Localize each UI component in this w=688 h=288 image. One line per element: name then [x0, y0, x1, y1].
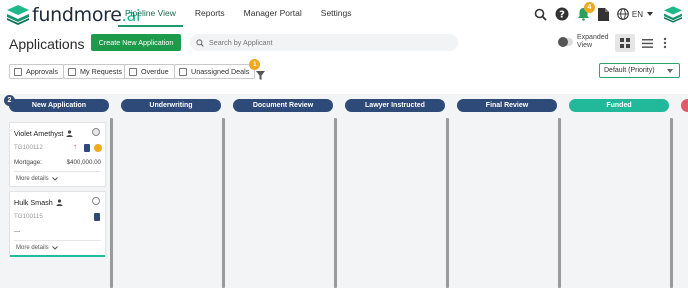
mortgage-value: --- — [14, 228, 21, 235]
chevron-down-icon — [647, 12, 653, 16]
chevron-down-icon — [51, 177, 58, 181]
filter-funnel-icon[interactable] — [256, 67, 265, 85]
document-icon — [84, 144, 90, 152]
filter-overdue[interactable]: Overdue — [124, 64, 175, 79]
checkbox[interactable] — [14, 67, 22, 76]
expanded-view-label: Expanded View — [577, 34, 609, 49]
column-count-badge: 2 — [4, 95, 15, 106]
person-icon — [66, 130, 73, 137]
sort-select[interactable]: Default (Priority) — [599, 63, 680, 78]
filter-approvals[interactable]: Approvals — [9, 64, 64, 79]
column-header[interactable]: Funded — [569, 99, 669, 112]
applicant-name: Violet Amethyst — [14, 129, 73, 138]
expanded-view-toggle[interactable]: Expanded View — [558, 34, 611, 50]
svg-text:?: ? — [559, 10, 565, 21]
list-view-icon — [641, 38, 653, 48]
column-scrollbar[interactable] — [222, 118, 225, 288]
nav-reports[interactable]: Reports — [188, 0, 232, 27]
assignee-avatar[interactable] — [92, 128, 100, 136]
nav-manager-portal[interactable]: Manager Portal — [237, 0, 309, 27]
column-document-review: Document Review — [233, 94, 336, 288]
grid-view-button[interactable] — [615, 34, 635, 52]
checkbox[interactable] — [129, 67, 137, 76]
divider — [14, 171, 101, 172]
top-navigation-bar: fundmore.ai Pipeline View Reports Manage… — [0, 0, 688, 29]
documents-icon[interactable] — [597, 7, 609, 21]
application-card[interactable]: Violet Amethyst TG100112 ↑ Mortgage: $40… — [9, 122, 106, 187]
column-scrollbar[interactable] — [558, 118, 561, 288]
brand-icon — [664, 5, 682, 23]
notification-count-badge: 4 — [583, 2, 595, 13]
language-label: EN — [631, 9, 643, 19]
nav-pipeline-view[interactable]: Pipeline View — [118, 0, 183, 27]
search-input[interactable] — [209, 38, 449, 47]
create-new-application-button[interactable]: Create New Application — [91, 34, 181, 51]
grid-view-icon — [620, 38, 630, 48]
column-header[interactable]: New Application — [9, 99, 109, 112]
person-icon — [56, 199, 63, 206]
assignee-avatar[interactable] — [92, 197, 100, 205]
mortgage-label: Mortgage: — [14, 159, 42, 166]
application-id: TG100115 — [14, 213, 43, 220]
nav-settings[interactable]: Settings — [314, 0, 359, 27]
filter-unassigned-deals[interactable]: Unassigned Deals 1 — [174, 59, 261, 79]
column-header-partial[interactable] — [681, 99, 688, 112]
filter-bar: Approvals My Requests Overdue Unassigned… — [0, 59, 688, 80]
checkbox[interactable] — [179, 67, 187, 76]
pipeline-board: New Application 2 Violet Amethyst TG1001… — [0, 94, 688, 288]
status-face-icon — [94, 144, 102, 152]
more-details-link[interactable]: More details — [16, 245, 58, 251]
column-scrollbar[interactable] — [446, 118, 449, 288]
column-scrollbar[interactable] — [334, 118, 337, 288]
document-icon — [94, 213, 100, 221]
column-header[interactable]: Document Review — [233, 99, 333, 112]
more-details-link[interactable]: More details — [16, 176, 58, 182]
page-title: Applications — [9, 36, 85, 52]
divider — [14, 240, 101, 241]
more-options-icon[interactable] — [663, 36, 667, 54]
chevron-down-icon — [667, 69, 673, 73]
column-lawyer-instructed: Lawyer Instructed — [345, 94, 448, 288]
applicant-name: Hulk Smash — [14, 198, 63, 207]
applications-header: Applications Create New Application Expa… — [0, 29, 688, 59]
language-globe-icon[interactable]: EN — [617, 8, 654, 20]
column-funded: Funded — [569, 94, 672, 288]
checkbox[interactable] — [68, 67, 76, 76]
card-selected-bar — [10, 255, 105, 257]
column-scrollbar[interactable] — [110, 118, 113, 288]
column-header[interactable]: Final Review — [457, 99, 557, 112]
logo-icon — [7, 5, 29, 25]
list-view-button[interactable] — [637, 34, 657, 52]
toggle-switch[interactable] — [558, 37, 573, 47]
column-underwriting: Underwriting — [121, 94, 224, 288]
column-scrollbar[interactable] — [670, 118, 673, 288]
search-icon — [196, 38, 204, 47]
column-header[interactable]: Lawyer Instructed — [345, 99, 445, 112]
mortgage-amount: $400,000.00 — [66, 159, 101, 166]
filter-my-requests[interactable]: My Requests — [63, 64, 128, 79]
search-icon[interactable] — [534, 8, 547, 21]
application-id: TG100112 — [14, 144, 43, 151]
search-bar[interactable] — [190, 34, 458, 51]
priority-up-icon: ↑ — [73, 142, 77, 151]
help-icon[interactable]: ? — [555, 7, 569, 21]
column-header[interactable]: Underwriting — [121, 99, 221, 112]
top-right-icons: ? 4 EN — [526, 2, 682, 24]
notification-bell-icon[interactable]: 4 — [577, 2, 595, 21]
column-final-review: Final Review — [457, 94, 560, 288]
chevron-down-icon — [51, 246, 58, 250]
main-nav: Pipeline View Reports Manager Portal Set… — [118, 0, 364, 29]
application-card[interactable]: Hulk Smash TG100115 --- More details — [9, 191, 106, 257]
